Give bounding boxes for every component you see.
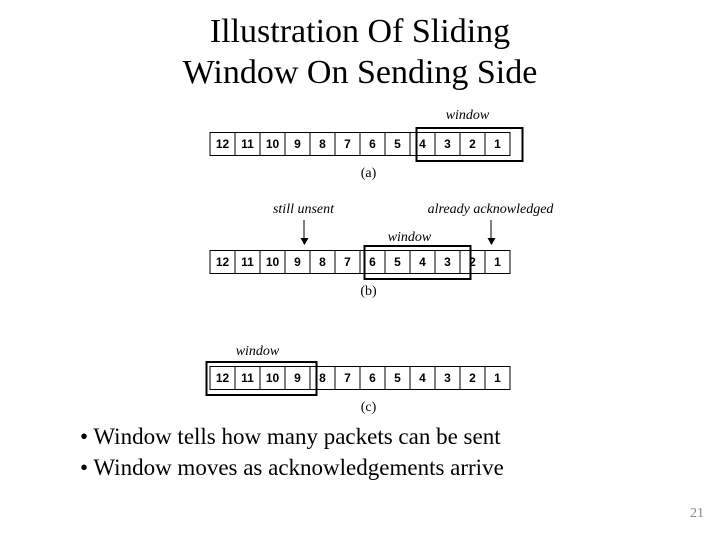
label-window-c: window	[228, 344, 288, 360]
cell: 8	[310, 251, 335, 274]
diagram-c: window 12 11 10 9 8 7 6 5 4 3 2 1 (c)	[210, 366, 511, 390]
cell: 9	[285, 133, 310, 156]
figure-area: window 12 11 10 9 8 7 6 5 4 3 2 1 (a) st…	[0, 104, 720, 444]
bullet-list: Window tells how many packets can be sen…	[40, 421, 504, 483]
bullet-item: Window tells how many packets can be sen…	[80, 421, 504, 452]
page-number: 21	[690, 506, 704, 522]
cell: 2	[460, 367, 485, 390]
cell: 7	[335, 133, 360, 156]
cell: 9	[285, 251, 310, 274]
arrow-down-icon	[491, 220, 492, 244]
cell: 10	[260, 133, 285, 156]
slide: Illustration Of Sliding Window On Sendin…	[0, 0, 720, 540]
cell: 1	[485, 367, 510, 390]
cell: 5	[385, 367, 410, 390]
cell: 8	[310, 133, 335, 156]
window-frame-c	[206, 361, 318, 396]
label-still-unsent: still unsent	[264, 202, 344, 218]
caption-b: (b)	[354, 284, 384, 300]
cell: 12	[210, 251, 235, 274]
cell: 6	[360, 367, 385, 390]
caption-a: (a)	[354, 166, 384, 182]
cell: 3	[435, 367, 460, 390]
cell: 11	[235, 133, 260, 156]
cell: 5	[385, 133, 410, 156]
caption-c: (c)	[354, 400, 384, 416]
cell: 11	[235, 251, 260, 274]
label-window-a: window	[438, 108, 498, 124]
slide-title: Illustration Of Sliding Window On Sendin…	[0, 12, 720, 94]
title-line-1: Illustration Of Sliding	[210, 13, 510, 50]
diagram-b: still unsent already acknowledged window…	[210, 250, 511, 274]
cell: 10	[260, 251, 285, 274]
cell: 7	[335, 251, 360, 274]
cell: 12	[210, 133, 235, 156]
cell: 6	[360, 133, 385, 156]
diagram-a: window 12 11 10 9 8 7 6 5 4 3 2 1 (a)	[210, 132, 511, 156]
label-window-b: window	[380, 230, 440, 246]
title-line-2: Window On Sending Side	[183, 54, 538, 91]
label-already-ack: already acknowledged	[416, 202, 566, 218]
window-frame-a	[416, 127, 524, 162]
window-frame-b	[364, 245, 472, 280]
cell: 7	[335, 367, 360, 390]
bullet-item: Window moves as acknowledgements arrive	[80, 452, 504, 483]
cell: 4	[410, 367, 435, 390]
arrow-down-icon	[304, 220, 305, 244]
cell: 1	[485, 251, 510, 274]
